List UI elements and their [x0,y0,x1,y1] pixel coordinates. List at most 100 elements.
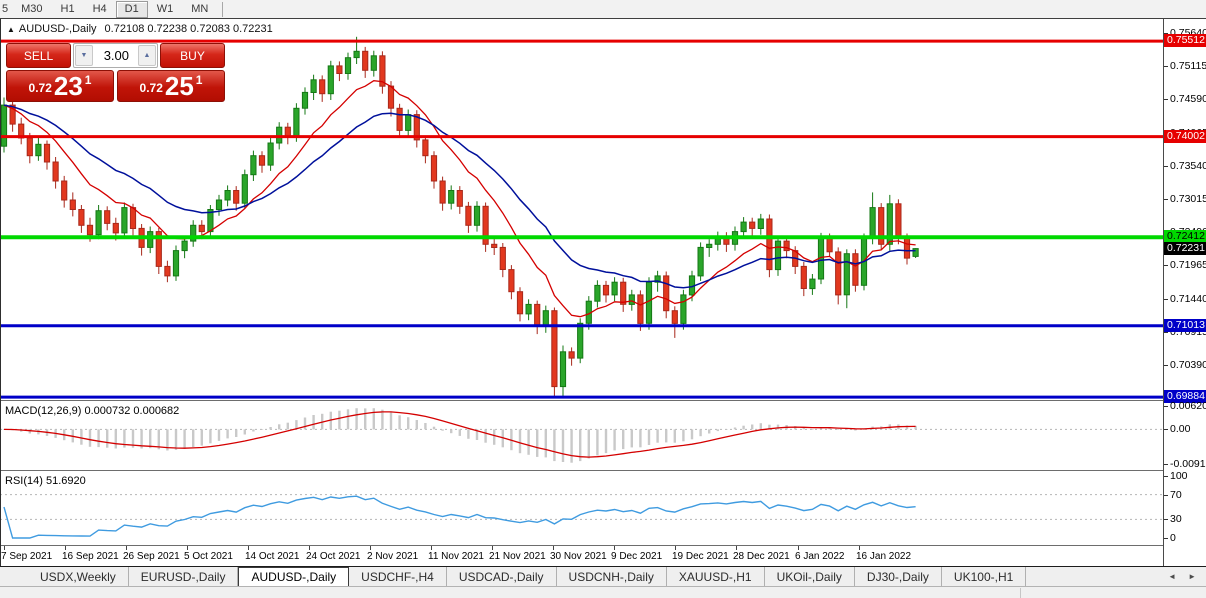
symbol-tab-usdchf-h4[interactable]: USDCHF-,H4 [349,567,447,586]
macd-histogram-bar [97,429,99,447]
rsi-line [4,496,916,538]
collapse-triangle-icon[interactable]: ▲ [7,25,15,34]
trading-terminal-window: 5M30H1H4D1W1MN ▲AUDUSD-,Daily0.72108 0.7… [0,0,1206,598]
price-tick-mark [1164,299,1168,300]
macd-histogram-bar [665,429,667,442]
timeframe-button-m30[interactable]: M30 [12,1,51,18]
macd-histogram-bar [80,429,82,444]
timeframe-button-h4[interactable]: H4 [84,1,116,18]
sell-price-point: 1 [85,73,92,87]
symbol-tab-usdx-weekly[interactable]: USDX,Weekly [28,567,129,586]
date-label: 26 Sep 2021 [123,551,180,562]
date-tick-mark [431,546,432,550]
macd-histogram-bar [639,429,641,447]
volume-spinner: ▼ 3.00 ▲ [73,43,158,68]
candle [810,274,815,295]
macd-histogram-bar [493,429,495,444]
candle [156,228,161,274]
rsi-indicator-panel[interactable] [0,472,1163,545]
buy-price-base: 0.72 [140,81,163,95]
panel-separator[interactable] [0,400,1206,401]
chart-symbol-label: AUDUSD-,Daily [19,23,97,35]
candle [664,272,669,319]
sell-price-box[interactable]: 0.72 23 1 [6,70,114,102]
macd-histogram-bar [192,429,194,447]
date-tick-mark [309,546,310,550]
macd-histogram-bar [854,429,856,430]
symbol-tab-audusd-daily[interactable]: AUDUSD-,Daily [238,567,349,586]
symbol-tab-eurusd-daily[interactable]: EURUSD-,Daily [129,567,239,586]
volume-decrease-button[interactable]: ▼ [75,45,93,66]
buy-price-box[interactable]: 0.72 25 1 [117,70,225,102]
symbol-tabbar: USDX,WeeklyEURUSD-,DailyAUDUSD-,DailyUSD… [0,566,1206,586]
candle [801,262,806,296]
timeframe-button-5[interactable]: 5 [0,1,12,18]
candle [423,136,428,164]
date-label: 14 Oct 2021 [245,551,299,562]
timeframe-button-d1[interactable]: D1 [116,1,148,18]
date-tick-mark [126,546,127,550]
macd-histogram-bar [115,429,117,448]
buy-button[interactable]: BUY [160,43,225,68]
symbol-tab-usdcad-daily[interactable]: USDCAD-,Daily [447,567,557,586]
candle [724,232,729,252]
symbol-tab-dj30-daily[interactable]: DJ30-,Daily [855,567,942,586]
candle [440,177,445,211]
current-price-badge: 0.72231 [1164,242,1206,255]
price-axis[interactable]: 0.756400.751150.745900.740650.735400.730… [1163,19,1206,566]
candle [10,100,15,132]
candle [492,237,497,255]
panel-separator[interactable] [0,470,1206,471]
macd-histogram-bar [416,420,418,429]
candle [500,243,505,277]
candle [302,87,307,114]
candle [707,239,712,257]
candle [268,138,273,171]
candle [173,246,178,281]
rsi-tick-mark [1164,519,1168,520]
date-label: 19 Dec 2021 [672,551,729,562]
candle [741,217,746,238]
candle [225,185,230,206]
symbol-tab-ukoil-daily[interactable]: UKOil-,Daily [765,567,855,586]
macd-histogram-bar [708,429,710,433]
candle [775,236,780,276]
symbol-tab-xauusd-h1[interactable]: XAUUSD-,H1 [667,567,765,586]
volume-input[interactable]: 3.00 [94,44,137,67]
price-tick-label: 0.75115 [1170,60,1206,72]
macd-histogram-bar [304,418,306,430]
candle [457,186,462,214]
candle [345,53,350,80]
sell-price-base: 0.72 [29,81,52,95]
timeframe-button-w1[interactable]: W1 [148,1,183,18]
volume-increase-button[interactable]: ▲ [138,45,156,66]
macd-histogram-bar [459,429,461,436]
candle [96,205,101,239]
price-tick-mark [1164,166,1168,167]
candle [509,265,514,299]
sell-button[interactable]: SELL [6,43,71,68]
tab-scroll-right-icon[interactable]: ► [1188,572,1196,581]
timeframe-button-h1[interactable]: H1 [52,1,84,18]
chart-title: ▲AUDUSD-,Daily0.72108 0.72238 0.72083 0.… [7,23,273,35]
symbol-tab-uk100-h1[interactable]: UK100-,H1 [942,567,1026,586]
symbol-tab-usdcnh-daily[interactable]: USDCNH-,Daily [557,567,667,586]
date-label: 7 Sep 2021 [1,551,52,562]
date-tick-mark [736,546,737,550]
candle [767,215,772,278]
date-label: 24 Oct 2021 [306,551,360,562]
candle [543,306,548,333]
tab-scroll-left-icon[interactable]: ◄ [1168,572,1176,581]
macd-histogram-bar [648,429,650,445]
candle [62,176,67,208]
date-axis[interactable]: 7 Sep 202116 Sep 202126 Sep 20215 Oct 20… [0,546,1163,566]
timeframe-button-mn[interactable]: MN [182,1,217,18]
date-tick-mark [553,546,554,550]
date-tick-mark [675,546,676,550]
macd-histogram-bar [381,410,383,430]
macd-histogram-bar [278,424,280,429]
macd-histogram-bar [235,429,237,437]
candle [552,308,557,397]
buy-price-pips: 25 [165,73,194,99]
candle [406,110,411,137]
